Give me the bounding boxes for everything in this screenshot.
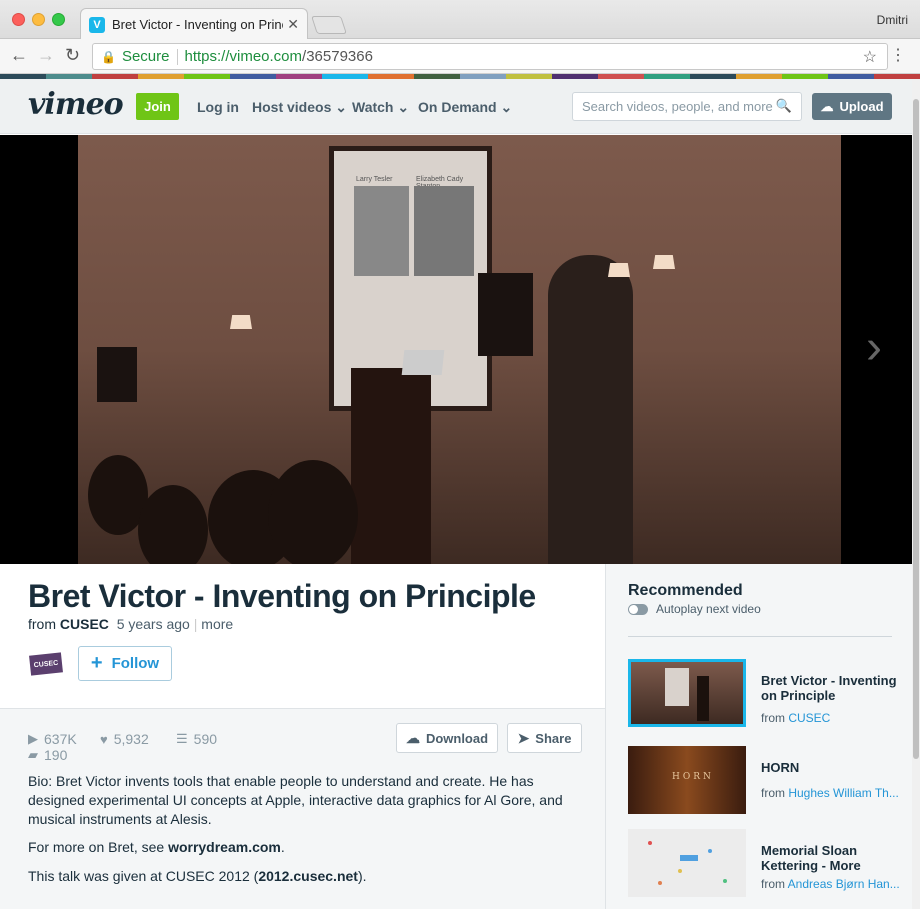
slide-photo-right bbox=[414, 186, 474, 276]
video-title: Bret Victor - Inventing on Principle bbox=[28, 578, 536, 614]
minimize-window-icon[interactable] bbox=[32, 13, 45, 26]
address-separator bbox=[177, 48, 179, 65]
speaker-cabinet bbox=[478, 273, 533, 356]
site-header: vimeo Join Log in Host videos ⌄ Watch ⌄ … bbox=[0, 79, 912, 134]
bookmark-star-icon[interactable]: ☆ bbox=[863, 47, 877, 67]
login-link[interactable]: Log in bbox=[197, 99, 239, 115]
talk-info-text: This talk was given at CUSEC 2012 (2012.… bbox=[28, 868, 367, 884]
channel-avatar[interactable]: CUSEC bbox=[29, 652, 63, 676]
video-player[interactable]: Larry Tesler Elizabeth Cady Stanton › bbox=[0, 135, 912, 564]
wall-lamp bbox=[608, 263, 630, 277]
browser-menu-icon[interactable]: ⋮ bbox=[890, 45, 906, 65]
recommended-item[interactable]: Memorial Sloan Kettering - More from And… bbox=[628, 829, 901, 897]
autoplay-toggle[interactable] bbox=[628, 604, 648, 615]
video-thumbnail[interactable] bbox=[628, 829, 746, 897]
layers-icon: ☰ bbox=[176, 731, 188, 746]
slide-caption-left: Larry Tesler bbox=[356, 176, 393, 183]
video-frame[interactable]: Larry Tesler Elizabeth Cady Stanton bbox=[78, 135, 841, 564]
lock-icon: 🔒 bbox=[101, 49, 116, 64]
watch-menu[interactable]: Watch ⌄ bbox=[352, 99, 409, 116]
worrydream-link[interactable]: worrydream.com bbox=[168, 839, 281, 855]
new-tab-button[interactable] bbox=[311, 16, 347, 34]
recommended-item-author: from Andreas Bjørn Han... bbox=[761, 877, 900, 891]
browser-tabstrip: V Bret Victor - Inventing on Principle ✕… bbox=[0, 0, 920, 40]
stats-panel: ▶ 637K ♥ 5,932 ☰ 590 ▰ 190 ☁ Download ➤ Shar… bbox=[0, 708, 605, 909]
recommended-item-title[interactable]: Memorial Sloan Kettering - More bbox=[761, 843, 901, 873]
video-thumbnail[interactable]: HORN bbox=[628, 746, 746, 814]
video-thumbnail[interactable] bbox=[628, 659, 746, 727]
search-placeholder: Search videos, people, and more bbox=[582, 99, 773, 114]
share-button[interactable]: ➤ Share bbox=[507, 723, 582, 753]
address-bar[interactable]: 🔒 Secure https://vimeo.com/36579366 ☆ bbox=[92, 43, 888, 70]
recommended-item[interactable]: HORN HORN from Hughes William Th... bbox=[628, 746, 901, 814]
from-label: from bbox=[28, 616, 56, 632]
close-window-icon[interactable] bbox=[12, 13, 25, 26]
plays-count: ▶ 637K bbox=[28, 731, 77, 747]
back-arrow-icon[interactable]: ← bbox=[10, 45, 28, 66]
cloud-upload-icon: ☁ bbox=[820, 98, 834, 114]
scrollbar-thumb[interactable] bbox=[913, 99, 919, 759]
next-video-arrow-icon[interactable]: › bbox=[866, 320, 882, 375]
page-scrollbar[interactable] bbox=[912, 79, 920, 909]
share-label: Share bbox=[535, 730, 572, 746]
wall-lamp bbox=[230, 315, 252, 329]
url-host: https://vimeo.com bbox=[184, 48, 303, 65]
maximize-window-icon[interactable] bbox=[52, 13, 65, 26]
audience-heads bbox=[78, 455, 398, 564]
comment-icon: ▰ bbox=[28, 747, 38, 762]
more-info-text: For more on Bret, see worrydream.com. bbox=[28, 839, 285, 855]
recommended-title: Recommended bbox=[628, 582, 743, 599]
browser-toolbar: ← → ↻ 🔒 Secure https://vimeo.com/3657936… bbox=[0, 39, 920, 74]
video-info: Bret Victor - Inventing on Principle fro… bbox=[0, 564, 605, 909]
on-demand-menu[interactable]: On Demand ⌄ bbox=[418, 99, 512, 116]
video-meta: from CUSEC 5 years ago | more bbox=[28, 616, 234, 632]
url-path: /36579366 bbox=[302, 48, 373, 65]
browser-tab[interactable]: V Bret Victor - Inventing on Principle ✕ bbox=[80, 8, 308, 40]
forward-arrow-icon[interactable]: → bbox=[37, 45, 55, 66]
recommended-item-author: from CUSEC bbox=[761, 711, 831, 725]
vimeo-favicon-icon: V bbox=[89, 16, 105, 33]
download-label: Download bbox=[425, 730, 489, 746]
recommended-sidebar: Recommended Autoplay next video Bret Vic… bbox=[605, 564, 912, 909]
close-tab-icon[interactable]: ✕ bbox=[287, 16, 299, 33]
laptop bbox=[401, 350, 445, 375]
heart-icon: ♥ bbox=[100, 731, 108, 747]
presenter bbox=[548, 255, 633, 564]
upload-label: Upload bbox=[839, 99, 884, 114]
paper-plane-icon: ➤ bbox=[517, 729, 530, 746]
more-link[interactable]: more bbox=[201, 616, 233, 632]
follow-button[interactable]: + Follow bbox=[78, 646, 172, 681]
autoplay-label: Autoplay next video bbox=[656, 602, 761, 616]
collections-count[interactable]: ☰ 590 bbox=[176, 731, 217, 747]
cloud-download-icon: ☁ bbox=[405, 729, 420, 746]
host-videos-menu[interactable]: Host videos ⌄ bbox=[252, 99, 347, 116]
divider bbox=[628, 636, 892, 637]
recommended-item[interactable]: Bret Victor - Inventing on Principle fro… bbox=[628, 659, 898, 727]
profile-name[interactable]: Dmitri bbox=[877, 13, 908, 27]
secure-label: Secure bbox=[121, 48, 170, 65]
vimeo-logo[interactable]: vimeo bbox=[28, 87, 124, 122]
search-input[interactable]: Search videos, people, and more 🔍 bbox=[572, 92, 802, 121]
play-icon: ▶ bbox=[28, 731, 38, 746]
speaker-cabinet-left bbox=[97, 347, 137, 402]
tab-title: Bret Victor - Inventing on Principle bbox=[112, 17, 283, 32]
bio-text: Bio: Bret Victor invents tools that enab… bbox=[28, 773, 563, 827]
recommended-item-title[interactable]: HORN bbox=[761, 760, 901, 775]
cusec-site-link[interactable]: 2012.cusec.net bbox=[258, 868, 358, 884]
join-button[interactable]: Join bbox=[136, 93, 179, 120]
download-button[interactable]: ☁ Download bbox=[396, 723, 498, 753]
comments-count[interactable]: ▰ 190 bbox=[28, 747, 67, 763]
wall-lamp bbox=[653, 255, 675, 269]
reload-icon[interactable]: ↻ bbox=[65, 45, 80, 66]
follow-label: Follow bbox=[111, 655, 160, 672]
slide-photo-left bbox=[354, 186, 409, 276]
likes-count[interactable]: ♥ 5,932 bbox=[100, 731, 149, 747]
recommended-item-author: from Hughes William Th... bbox=[761, 786, 899, 800]
search-icon[interactable]: 🔍 bbox=[776, 98, 792, 114]
channel-link[interactable]: CUSEC bbox=[60, 616, 109, 632]
upload-button[interactable]: ☁ Upload bbox=[812, 93, 892, 120]
plus-icon: + bbox=[90, 652, 103, 674]
recommended-item-title[interactable]: Bret Victor - Inventing on Principle bbox=[761, 673, 901, 703]
upload-age: 5 years ago bbox=[116, 616, 190, 632]
